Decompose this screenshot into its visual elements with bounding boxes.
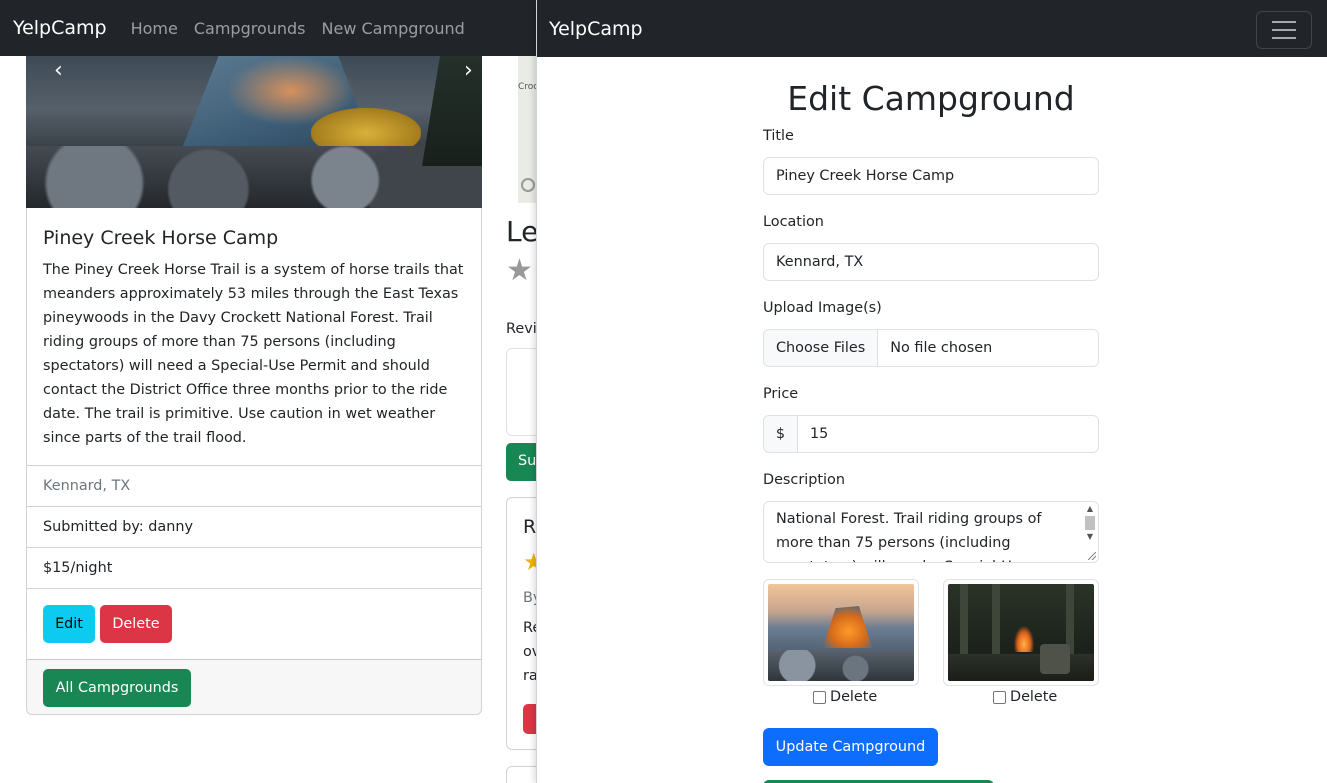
carousel-next-icon[interactable]: › — [464, 58, 473, 83]
divider — [27, 588, 481, 589]
rocks-shape — [26, 146, 482, 208]
description-value: National Forest. Trail riding groups of … — [776, 511, 1042, 562]
campground-description: The Piney Creek Horse Trail is a system … — [43, 262, 464, 446]
image-thumbnail — [763, 579, 919, 686]
description-textarea[interactable]: National Forest. Trail riding groups of … — [763, 501, 1099, 563]
back-brand[interactable]: YelpCamp — [13, 17, 107, 39]
all-campgrounds-button[interactable]: All Campgrounds — [43, 669, 191, 707]
campground-title: Piney Creek Horse Camp — [43, 227, 279, 249]
campground-card: Piney Creek Horse Camp The Piney Creek H… — [26, 208, 482, 715]
campground-carousel-image: ‹ › — [26, 56, 482, 208]
choose-files-button[interactable]: Choose Files — [764, 330, 879, 366]
title-label: Title — [763, 128, 794, 144]
page-title: Edit Campground — [787, 79, 1075, 118]
currency-addon: $ — [764, 416, 798, 452]
price-label: Price — [763, 386, 799, 402]
delete-button[interactable]: Delete — [100, 605, 172, 643]
file-status: No file chosen — [890, 340, 993, 356]
map-logo-icon — [521, 178, 535, 192]
rating-star-icon[interactable]: ★ — [506, 256, 533, 286]
scroll-down-icon[interactable]: ▼ — [1084, 532, 1096, 542]
upload-label: Upload Image(s) — [763, 300, 882, 316]
image-thumbnail — [943, 579, 1099, 686]
location-input[interactable]: Kennard, TX — [763, 243, 1099, 281]
delete-checkbox[interactable] — [813, 690, 826, 704]
title-input[interactable]: Piney Creek Horse Camp — [763, 157, 1099, 195]
nav-link-campgrounds[interactable]: Campgrounds — [194, 19, 306, 38]
file-input[interactable]: Choose Files No file chosen — [763, 329, 1099, 367]
price-input-value: 15 — [810, 426, 829, 442]
nav-link-home[interactable]: Home — [131, 19, 178, 38]
scroll-thumb[interactable] — [1085, 516, 1095, 530]
delete-image-2[interactable]: Delete — [993, 689, 1057, 705]
delete-checkbox-label: Delete — [1010, 689, 1058, 705]
carousel-prev-icon[interactable]: ‹ — [54, 58, 63, 83]
review-heading-fragment: Le — [506, 215, 539, 248]
scroll-up-icon[interactable]: ▲ — [1084, 504, 1096, 514]
review-title-fragment: R — [523, 516, 537, 538]
location-label: Location — [763, 214, 824, 230]
nav-link-new-campground[interactable]: New Campground — [322, 19, 465, 38]
edit-button[interactable]: Edit — [43, 605, 95, 643]
delete-checkbox[interactable] — [993, 690, 1006, 704]
campground-image-2 — [948, 584, 1094, 681]
card-footer: All Campgrounds — [27, 659, 481, 714]
edit-window: YelpCamp Edit Campground Title Piney Cre… — [536, 0, 1327, 783]
campground-location: Kennard, TX — [27, 465, 481, 506]
location-input-value: Kennard, TX — [776, 254, 864, 270]
update-campground-button[interactable]: Update Campground — [763, 728, 938, 766]
campground-price: $15/night — [27, 547, 481, 588]
campground-image-1 — [768, 584, 914, 681]
trees-shape — [422, 56, 482, 166]
review-label-fragment: Revi — [506, 321, 537, 337]
price-input[interactable]: $ 15 — [763, 415, 1099, 453]
front-navbar: YelpCamp — [537, 0, 1327, 57]
front-brand[interactable]: YelpCamp — [549, 18, 643, 40]
description-label: Description — [763, 472, 845, 488]
resize-handle-icon[interactable] — [1088, 552, 1096, 560]
title-input-value: Piney Creek Horse Camp — [776, 168, 955, 184]
campground-author: Submitted by: danny — [27, 506, 481, 547]
delete-image-1[interactable]: Delete — [813, 689, 877, 705]
hamburger-icon[interactable] — [1256, 11, 1312, 49]
delete-checkbox-label: Delete — [830, 689, 878, 705]
